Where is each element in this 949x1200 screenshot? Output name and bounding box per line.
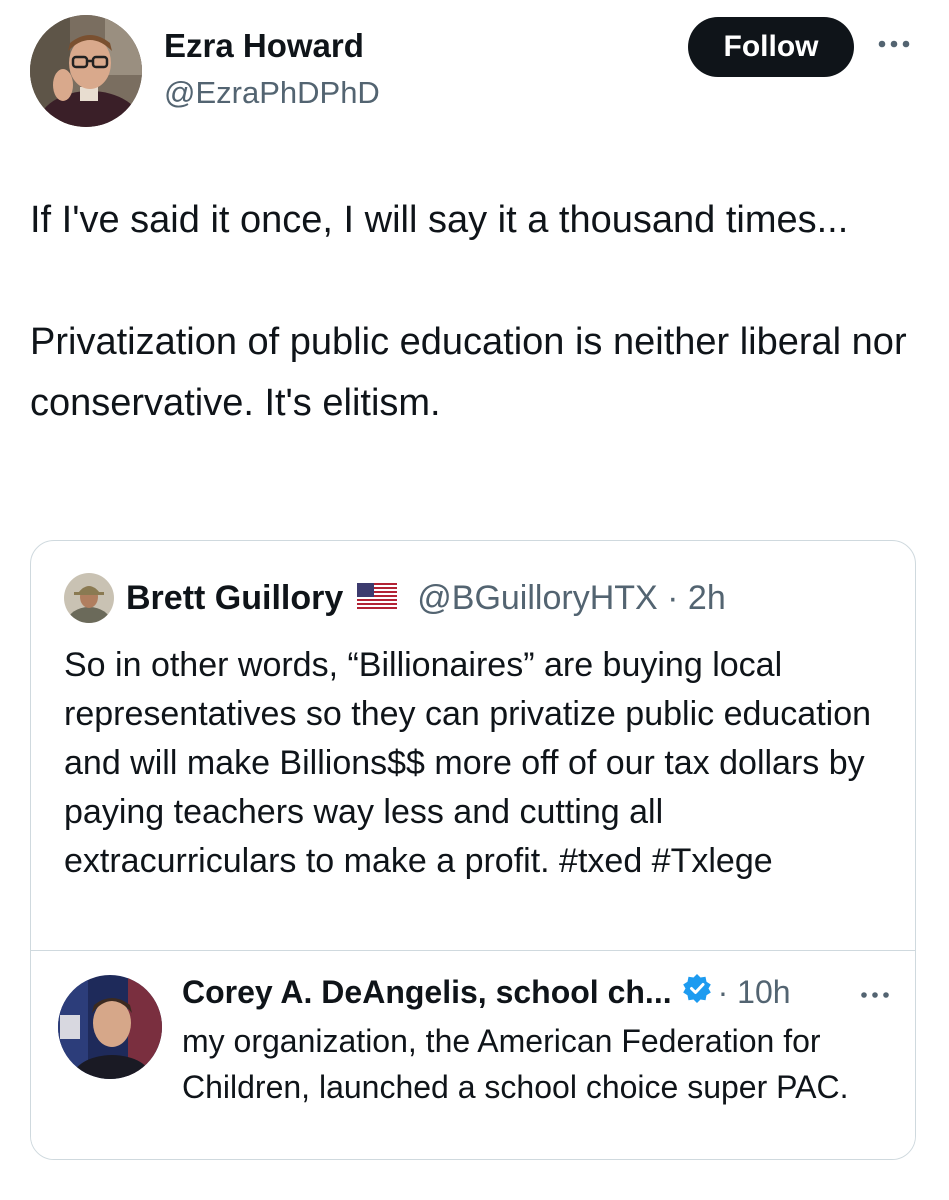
author-name[interactable]: Ezra Howard <box>164 27 364 65</box>
quoted-tweet[interactable]: Brett Guillory @BGuilloryHTX · 2h So in … <box>30 540 916 1160</box>
quoted-text: So in other words, “Billionaires” are bu… <box>64 646 881 880</box>
nested-timestamp[interactable]: · 10h <box>718 974 791 1011</box>
us-flag-icon <box>357 579 398 618</box>
quoted-author-name[interactable]: Brett Guillory <box>126 579 343 618</box>
author-handle[interactable]: @EzraPhDPhD <box>164 75 380 111</box>
verified-badge-icon <box>682 973 712 1011</box>
tweet-text: If I've said it once, I will say it a th… <box>30 199 907 424</box>
nested-header: Corey A. DeAngelis, school ch... · 10h <box>182 973 791 1011</box>
quoted-handle-time[interactable]: @BGuilloryHTX · 2h <box>417 579 725 618</box>
quoted-header: Brett Guillory @BGuilloryHTX · 2h <box>126 579 726 618</box>
more-options-icon[interactable] <box>876 34 916 59</box>
quoted-author-avatar[interactable] <box>64 573 114 623</box>
nested-more-options-icon[interactable] <box>859 987 893 1008</box>
author-avatar[interactable] <box>30 15 142 127</box>
nested-text: my organization, the American Federation… <box>182 1023 849 1105</box>
nested-author-avatar[interactable] <box>58 975 162 1079</box>
nested-author-name[interactable]: Corey A. DeAngelis, school ch... <box>182 974 672 1011</box>
follow-button[interactable]: Follow <box>688 17 854 77</box>
nested-quoted-tweet[interactable]: Corey A. DeAngelis, school ch... · 10h m… <box>31 950 915 1159</box>
